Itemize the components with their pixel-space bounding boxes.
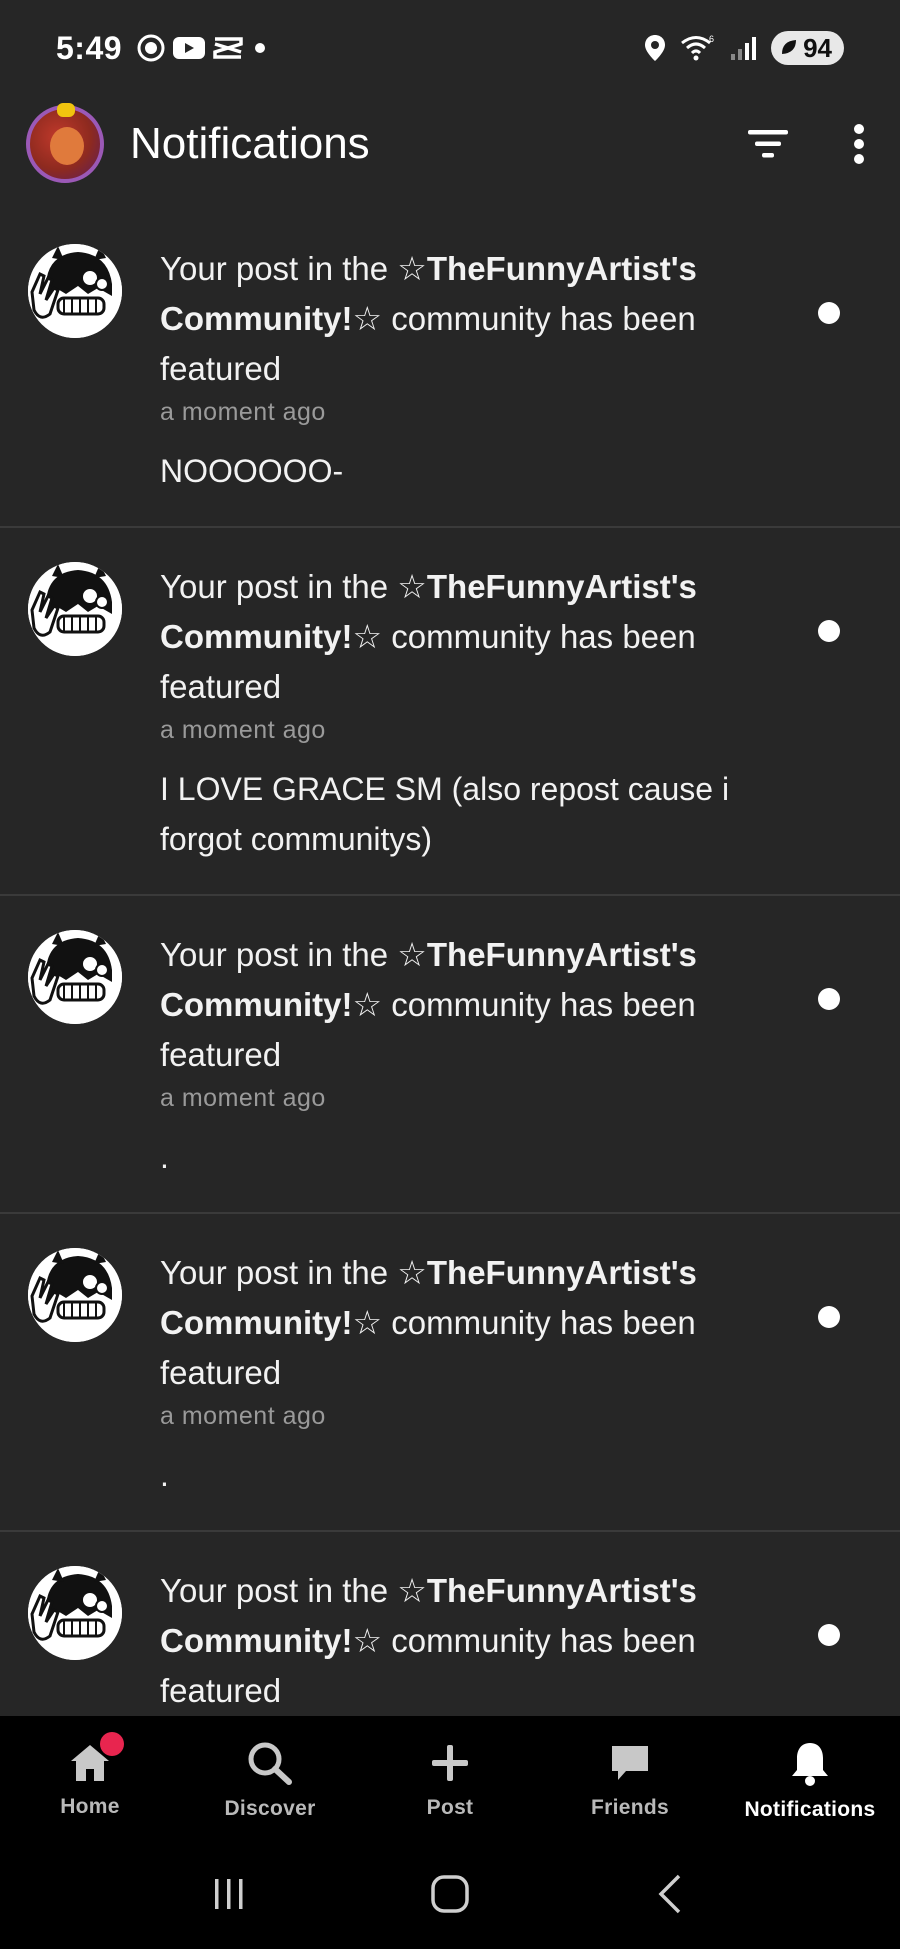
unread-indicator [818, 988, 840, 1010]
dot-icon [250, 38, 270, 58]
notification-body: Your post in the ☆TheFunnyArtist's Commu… [160, 244, 800, 496]
notification-time: a moment ago [160, 398, 326, 426]
message-prefix: Your post in the [160, 936, 398, 973]
filter-icon[interactable] [746, 127, 790, 161]
notification-message: Your post in the ☆TheFunnyArtist's Commu… [160, 1566, 800, 1716]
sender-avatar[interactable] [28, 1248, 122, 1342]
wifi-icon: 6 [679, 33, 717, 63]
back-icon[interactable] [651, 1872, 691, 1921]
notification-item[interactable]: Your post in the ☆TheFunnyArtist's Commu… [0, 210, 900, 528]
search-icon [246, 1740, 294, 1791]
notification-item[interactable]: Your post in the ☆TheFunnyArtist's Commu… [0, 528, 900, 896]
notification-item[interactable]: Your post in the ☆TheFunnyArtist's Commu… [0, 1214, 900, 1532]
message-prefix: Your post in the [160, 250, 398, 287]
status-icons-left [136, 33, 270, 63]
post-preview: I LOVE GRACE SM (also repost cause i for… [160, 771, 730, 857]
nav-notifications-label: Notifications [744, 1797, 876, 1821]
post-preview: NOOOOOO- [160, 453, 344, 489]
sender-avatar[interactable] [28, 930, 122, 1024]
sender-avatar[interactable] [28, 244, 122, 338]
notification-message: Your post in the ☆TheFunnyArtist's Commu… [160, 930, 800, 1080]
battery-indicator: 94 [771, 31, 844, 65]
bottom-nav: Home Discover Post Friends Notifications [0, 1716, 900, 1844]
sender-avatar[interactable] [28, 562, 122, 656]
notification-body: Your post in the ☆TheFunnyArtist's Commu… [160, 562, 800, 864]
status-time: 5:49 [56, 29, 123, 66]
unread-indicator [818, 1306, 840, 1328]
notification-time: a moment ago [160, 1084, 326, 1112]
more-options-icon[interactable] [852, 123, 866, 165]
page-title: Notifications [130, 119, 370, 168]
recent-apps-icon[interactable] [209, 1874, 249, 1919]
home-button-icon[interactable] [428, 1872, 472, 1921]
location-icon [643, 33, 667, 63]
status-icons-right: 6 94 [643, 31, 844, 65]
notification-list: Your post in the ☆TheFunnyArtist's Commu… [0, 210, 900, 1782]
avatar-badge-icon [57, 103, 75, 117]
home-notification-badge [100, 1732, 124, 1756]
message-prefix: Your post in the [160, 568, 398, 605]
nav-home[interactable]: Home [0, 1716, 180, 1844]
chat-bubble-icon [608, 1741, 652, 1790]
notification-item[interactable]: Your post in the ☆TheFunnyArtist's Commu… [0, 896, 900, 1214]
battery-level: 94 [803, 32, 832, 63]
unread-indicator [818, 302, 840, 324]
app-header: Notifications [0, 96, 900, 192]
notification-time: a moment ago [160, 1402, 326, 1430]
notification-body: Your post in the ☆TheFunnyArtist's Commu… [160, 930, 800, 1182]
unread-indicator [818, 1624, 840, 1646]
status-bar: 5:49 6 94 [0, 0, 900, 96]
header-actions [746, 123, 874, 165]
notification-message: Your post in the ☆TheFunnyArtist's Commu… [160, 244, 800, 394]
nav-home-label: Home [60, 1794, 120, 1818]
message-prefix: Your post in the [160, 1254, 398, 1291]
nav-discover[interactable]: Discover [180, 1716, 360, 1844]
avatar-face [50, 127, 84, 165]
nav-friends[interactable]: Friends [540, 1716, 720, 1844]
capcut-icon [212, 35, 244, 61]
bell-icon [788, 1739, 832, 1792]
nav-discover-label: Discover [224, 1796, 316, 1820]
message-prefix: Your post in the [160, 1572, 398, 1609]
post-preview: . [160, 1139, 169, 1175]
notification-body: Your post in the ☆TheFunnyArtist's Commu… [160, 1248, 800, 1500]
plus-icon [428, 1741, 472, 1790]
signal-icon [729, 34, 759, 62]
play-circle-icon [136, 33, 166, 63]
post-preview: . [160, 1457, 169, 1493]
nav-notifications[interactable]: Notifications [720, 1716, 900, 1844]
youtube-icon [172, 35, 206, 61]
battery-leaf-icon [779, 33, 799, 64]
notification-message: Your post in the ☆TheFunnyArtist's Commu… [160, 1248, 800, 1398]
profile-avatar[interactable] [26, 103, 104, 183]
system-navigation-bar [0, 1844, 900, 1949]
nav-post[interactable]: Post [360, 1716, 540, 1844]
nav-friends-label: Friends [591, 1795, 669, 1819]
unread-indicator [818, 620, 840, 642]
notification-time: a moment ago [160, 716, 326, 744]
nav-post-label: Post [426, 1795, 474, 1819]
screen: 5:49 6 94 Notifications Your post in the… [0, 0, 900, 1949]
svg-text:6: 6 [709, 34, 714, 44]
sender-avatar[interactable] [28, 1566, 122, 1660]
notification-message: Your post in the ☆TheFunnyArtist's Commu… [160, 562, 800, 712]
